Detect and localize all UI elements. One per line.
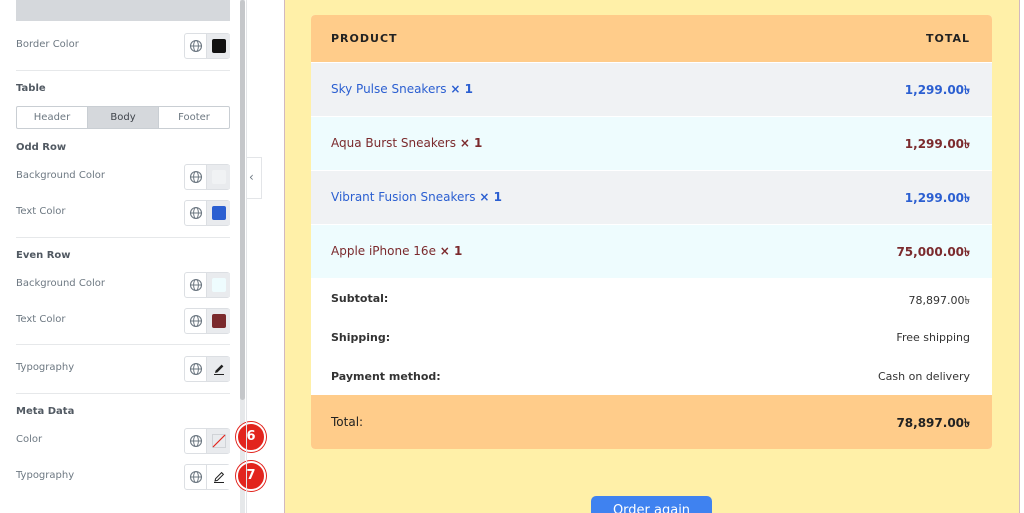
odd-text-label: Text Color (16, 206, 66, 217)
product-total: 75,000.00৳ (896, 245, 970, 259)
globe-icon[interactable] (189, 278, 203, 292)
odd-bg-picker[interactable] (184, 164, 230, 190)
table-tabs: Header Body Footer (16, 106, 230, 129)
divider (16, 70, 230, 71)
order-details-table: PRODUCT TOTAL Sky Pulse Sneakers × 1 1,2… (311, 15, 992, 449)
color-swatch-cell[interactable] (206, 273, 230, 297)
total-row: Total: 78,897.00৳ (311, 395, 992, 449)
subtotal-value: 78,897.00৳ (908, 294, 970, 307)
pencil-icon[interactable] (212, 470, 226, 484)
meta-typography-picker[interactable] (184, 464, 230, 490)
product-column-header: PRODUCT (331, 32, 398, 45)
border-color-control: Border Color (16, 33, 230, 59)
panel-top-control[interactable] (16, 0, 230, 21)
odd-text-swatch[interactable] (212, 206, 226, 220)
even-bg-swatch[interactable] (212, 278, 226, 292)
annotation-badge-6: 6 (236, 422, 266, 452)
globe-icon[interactable] (189, 170, 203, 184)
odd-row-title: Odd Row (16, 142, 67, 153)
even-bg-control: Background Color (16, 272, 230, 298)
table-row: Aqua Burst Sneakers × 1 1,299.00৳ (311, 116, 992, 170)
product-total: 1,299.00৳ (904, 83, 970, 97)
total-label: Total: (331, 415, 364, 429)
payment-method-label: Payment method: (331, 370, 441, 383)
globe-icon[interactable] (189, 470, 203, 484)
table-row: Apple iPhone 16e × 1 75,000.00৳ (311, 224, 992, 278)
table-row: Vibrant Fusion Sneakers × 1 1,299.00৳ (311, 170, 992, 224)
edit-cell[interactable] (206, 357, 230, 381)
editor-window: Border Color Table Header Body Footer Od… (0, 0, 1024, 513)
globe-icon[interactable] (189, 314, 203, 328)
odd-bg-label: Background Color (16, 170, 105, 181)
meta-color-control: Color (16, 428, 230, 454)
table-header-row: PRODUCT TOTAL (311, 15, 992, 62)
settings-panel: Border Color Table Header Body Footer Od… (0, 0, 246, 513)
table-section-title: Table (16, 83, 46, 94)
meta-data-title: Meta Data (16, 406, 75, 417)
globe-icon[interactable] (189, 362, 203, 376)
no-color-icon[interactable] (212, 434, 226, 448)
odd-bg-control: Background Color (16, 164, 230, 190)
meta-typography-control: Typography (16, 464, 230, 490)
even-bg-label: Background Color (16, 278, 105, 289)
even-text-control: Text Color (16, 308, 230, 334)
color-swatch-cell[interactable] (206, 429, 230, 453)
typography-picker[interactable] (184, 356, 230, 382)
even-row-title: Even Row (16, 250, 71, 261)
order-again-button[interactable]: Order again (591, 496, 712, 513)
globe-icon[interactable] (189, 206, 203, 220)
border-color-picker[interactable] (184, 33, 230, 59)
typography-control: Typography (16, 356, 230, 382)
product-name[interactable]: Aqua Burst Sneakers × 1 (331, 136, 482, 150)
shipping-value: Free shipping (896, 331, 970, 344)
total-value: 78,897.00৳ (896, 416, 970, 430)
edit-cell[interactable] (206, 465, 230, 489)
divider (16, 393, 230, 394)
border-color-label: Border Color (16, 39, 79, 50)
subtotal-row: Subtotal: 78,897.00৳ (311, 279, 992, 318)
odd-text-picker[interactable] (184, 200, 230, 226)
panel-scrollbar-thumb[interactable] (240, 0, 245, 400)
product-name[interactable]: Apple iPhone 16e × 1 (331, 244, 462, 258)
payment-method-row: Payment method: Cash on delivery (311, 357, 992, 396)
even-text-label: Text Color (16, 314, 66, 325)
meta-color-label: Color (16, 434, 43, 445)
subtotal-label: Subtotal: (331, 292, 389, 305)
meta-color-picker[interactable] (184, 428, 230, 454)
payment-method-value: Cash on delivery (878, 370, 970, 383)
color-swatch-cell[interactable] (206, 34, 230, 58)
collapse-panel-button[interactable]: ‹ (247, 157, 262, 199)
odd-text-control: Text Color (16, 200, 230, 226)
tab-header[interactable]: Header (17, 107, 88, 128)
divider (16, 344, 230, 345)
globe-icon[interactable] (189, 39, 203, 53)
chevron-left-icon: ‹ (249, 170, 254, 184)
even-text-picker[interactable] (184, 308, 230, 334)
product-total: 1,299.00৳ (904, 191, 970, 205)
even-bg-picker[interactable] (184, 272, 230, 298)
typography-label: Typography (16, 362, 75, 373)
tab-footer[interactable]: Footer (159, 107, 229, 128)
product-name[interactable]: Sky Pulse Sneakers × 1 (331, 82, 473, 96)
meta-typography-label: Typography (16, 470, 75, 481)
panel-divider (246, 0, 247, 513)
annotation-badge-7: 7 (236, 461, 266, 491)
odd-bg-swatch[interactable] (212, 170, 226, 184)
pencil-icon[interactable] (212, 362, 226, 376)
table-row: Sky Pulse Sneakers × 1 1,299.00৳ (311, 62, 992, 116)
globe-icon[interactable] (189, 434, 203, 448)
shipping-label: Shipping: (331, 331, 391, 344)
tab-body[interactable]: Body (88, 107, 159, 128)
shipping-row: Shipping: Free shipping (311, 318, 992, 357)
product-name[interactable]: Vibrant Fusion Sneakers × 1 (331, 190, 502, 204)
color-swatch-cell[interactable] (206, 309, 230, 333)
divider (16, 237, 230, 238)
even-text-swatch[interactable] (212, 314, 226, 328)
product-total: 1,299.00৳ (904, 137, 970, 151)
color-swatch-cell[interactable] (206, 165, 230, 189)
border-color-swatch[interactable] (212, 39, 226, 53)
total-column-header: TOTAL (925, 32, 970, 45)
color-swatch-cell[interactable] (206, 201, 230, 225)
